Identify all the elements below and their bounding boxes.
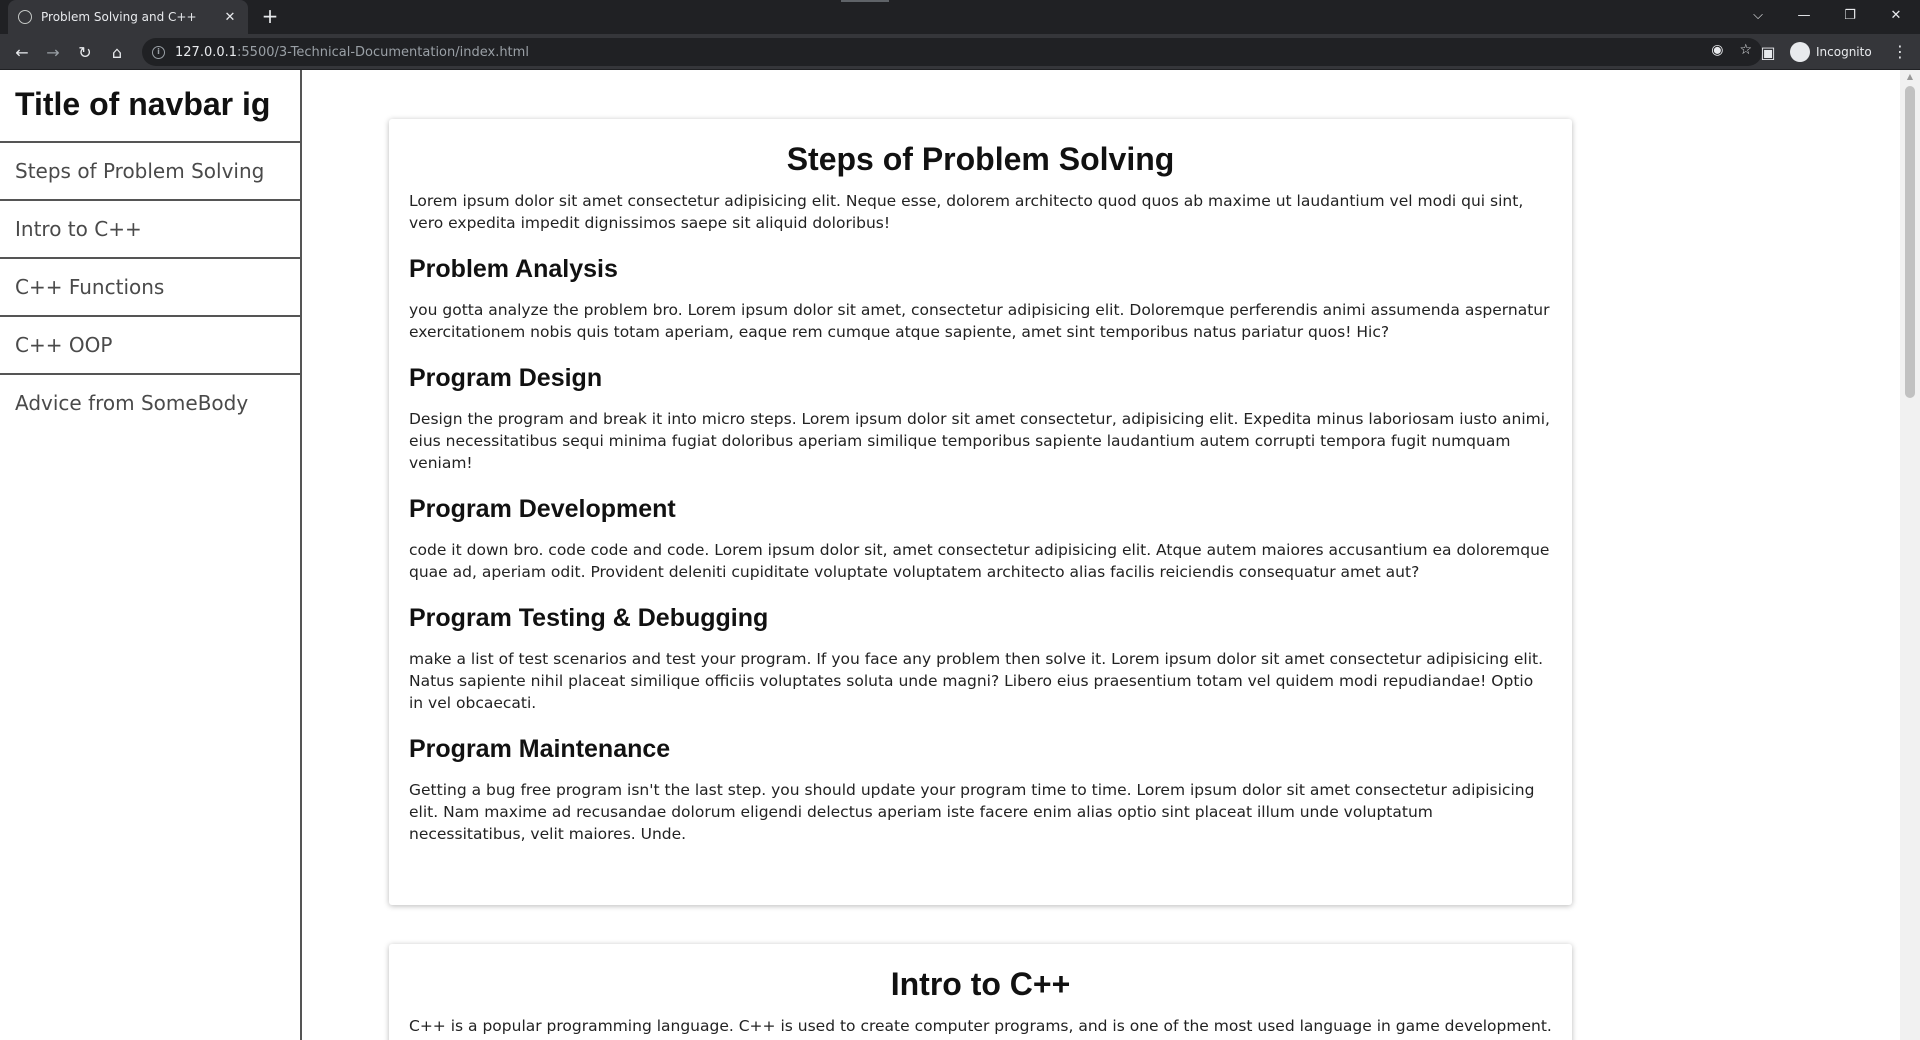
home-icon[interactable]: ⌂ [103,38,131,66]
incognito-label: Incognito [1816,45,1872,59]
close-window-button[interactable]: ✕ [1873,0,1919,30]
side-panel-icon[interactable]: ▣ [1754,38,1782,66]
subsection-text-program-development: code it down bro. code code and code. Lo… [409,541,1550,581]
tab-search-chevron-icon[interactable]: ⌵ [1735,0,1781,30]
back-icon[interactable]: ← [8,38,36,66]
incognito-icon [1790,42,1810,62]
nav-link-cpp-oop[interactable]: C++ OOP [0,317,300,375]
browser-toolbar: ← → ↻ ⌂ i 127.0.0.1:5500/3-Technical-Doc… [0,34,1920,70]
page-scrollbar[interactable]: ▲ [1900,70,1920,1040]
restore-button[interactable]: ❐ [1827,0,1873,30]
globe-icon [18,10,32,24]
browser-tab[interactable]: Problem Solving and C++ ✕ [8,0,248,34]
subsection-text-program-maintenance: Getting a bug free program isn't the las… [409,781,1535,843]
browser-tab-strip: Problem Solving and C++ ✕ + ⌵ — ❐ ✕ [0,0,1920,34]
tab-search-indicator [841,0,889,2]
navbar-title: Title of navbar ig [0,70,300,143]
section-intro: C++ is a popular programming language. C… [409,1017,1552,1035]
scroll-up-icon[interactable]: ▲ [1900,70,1920,84]
subsection-heading-program-development: Program Development [409,495,676,523]
navbar: Title of navbar ig Steps of Problem Solv… [0,70,302,1040]
nav-link-intro-to-cpp[interactable]: Intro to C++ [0,201,300,259]
incognito-profile[interactable]: Incognito [1790,40,1872,64]
section-title: Intro to C++ [890,966,1071,1002]
page-viewport: Title of navbar ig Steps of Problem Solv… [0,70,1920,1040]
url-path: :5500/3-Technical-Documentation/index.ht… [237,44,529,60]
site-info-icon[interactable]: i [152,45,165,59]
section-intro-to-cpp: Intro to C++ C++ is a popular programmin… [389,944,1572,1040]
forward-icon[interactable]: → [39,38,67,66]
bookmark-star-icon[interactable]: ☆ [1739,42,1752,58]
subsection-heading-problem-analysis: Problem Analysis [409,255,618,283]
subsection-text-program-testing: make a list of test scenarios and test y… [409,650,1544,712]
tab-close-icon[interactable]: ✕ [222,10,238,25]
main-doc: Steps of Problem Solving Lorem ipsum dol… [302,70,1900,1040]
tab-title: Problem Solving and C++ [41,10,197,24]
section-intro: Lorem ipsum dolor sit amet consectetur a… [409,192,1524,232]
section-title: Steps of Problem Solving [786,141,1175,177]
scrollbar-thumb[interactable] [1905,86,1915,398]
eye-off-icon[interactable]: ◉ [1711,42,1723,58]
nav-link-cpp-functions[interactable]: C++ Functions [0,259,300,317]
nav-link-steps-of-problem-solving[interactable]: Steps of Problem Solving [0,143,300,201]
subsection-heading-program-maintenance: Program Maintenance [409,735,671,763]
subsection-text-program-design: Design the program and break it into mic… [409,410,1550,472]
address-bar[interactable]: i 127.0.0.1:5500/3-Technical-Documentati… [142,38,1762,66]
subsection-heading-program-design: Program Design [409,364,603,392]
reload-icon[interactable]: ↻ [71,38,99,66]
minimize-button[interactable]: — [1781,0,1827,30]
new-tab-button[interactable]: + [258,5,282,29]
browser-menu-icon[interactable]: ⋮ [1890,38,1910,66]
url-host: 127.0.0.1 [175,44,238,60]
nav-link-advice-from-somebody[interactable]: Advice from SomeBody [0,375,300,433]
subsection-text-problem-analysis: you gotta analyze the problem bro. Lorem… [409,301,1550,341]
subsection-heading-program-testing: Program Testing & Debugging [409,604,769,632]
section-steps-of-problem-solving: Steps of Problem Solving Lorem ipsum dol… [389,119,1572,905]
